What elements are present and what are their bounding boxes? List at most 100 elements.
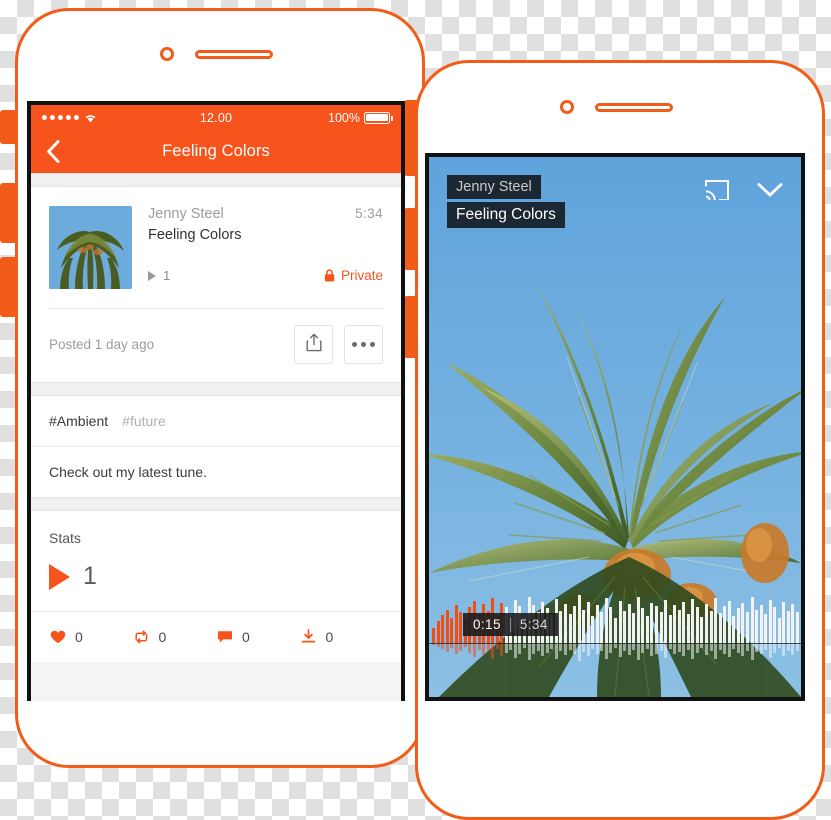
stat-reposts[interactable]: 0 <box>133 628 217 645</box>
track-row: Jenny Steel 5:34 Feeling Colors 1 <box>31 187 401 289</box>
waveform-bar-mirror <box>791 643 794 655</box>
waveform-bar-mirror <box>773 643 776 653</box>
side-button-volup-left[interactable] <box>0 183 17 243</box>
waveform-bar <box>437 621 440 643</box>
privacy-label: Private <box>341 268 383 283</box>
lock-icon <box>324 269 335 282</box>
tag-item[interactable]: #Ambient <box>49 413 108 429</box>
waveform-bar <box>714 598 717 643</box>
waveform-bar-mirror <box>705 643 708 655</box>
waveform-bar <box>455 605 458 643</box>
waveform-bar-mirror <box>473 643 476 657</box>
waveform-bar-mirror <box>723 643 726 654</box>
waveform-bar-mirror <box>532 643 535 654</box>
waveform-bar-mirror <box>741 643 744 656</box>
battery-percent: 100% <box>328 111 360 125</box>
waveform-bar <box>728 601 731 643</box>
waveform-bar-mirror <box>641 643 644 653</box>
waveform-bar <box>678 610 681 643</box>
waveform-bar-mirror <box>528 643 531 660</box>
waveform-bar <box>600 612 603 643</box>
waveform-bar <box>591 616 594 643</box>
waveform-bar-mirror <box>573 643 576 654</box>
waveform-bar <box>646 616 649 643</box>
waveform[interactable]: 0:15 5:34 <box>429 589 801 697</box>
waveform-bar-mirror <box>678 643 681 652</box>
time-display: 0:15 5:34 <box>463 613 558 636</box>
chevron-down-icon[interactable] <box>757 182 783 203</box>
waveform-bar <box>773 607 776 643</box>
waveform-bar <box>650 603 653 643</box>
waveform-bar <box>660 612 663 643</box>
waveform-bar <box>573 606 576 643</box>
stat-value: 0 <box>242 629 250 645</box>
waveform-bar-mirror <box>587 643 590 656</box>
waveform-bar <box>623 611 626 643</box>
waveform-bar-mirror <box>569 643 572 650</box>
track-title[interactable]: Feeling Colors <box>148 227 383 243</box>
waveform-bar <box>755 610 758 643</box>
waveform-bar <box>605 598 608 643</box>
waveform-bar-mirror <box>650 643 653 656</box>
back-button[interactable] <box>42 139 64 165</box>
waveform-bar <box>691 599 694 643</box>
waveform-bar <box>582 610 585 643</box>
waveform-bar <box>587 602 590 643</box>
waveform-bar-mirror <box>755 643 758 652</box>
nav-bar: Feeling Colors <box>31 130 401 173</box>
artwork-thumbnail[interactable] <box>49 206 132 289</box>
waveform-bar-mirror <box>782 643 785 656</box>
side-button-voldown-left[interactable] <box>0 257 17 317</box>
waveform-bar-mirror <box>696 643 699 653</box>
track-username[interactable]: Jenny Steel <box>148 206 224 222</box>
waveform-bar-mirror <box>764 643 767 650</box>
side-button-mute-left[interactable] <box>0 110 17 144</box>
waveform-bar <box>450 618 453 643</box>
track-card: Jenny Steel 5:34 Feeling Colors 1 <box>31 187 401 382</box>
video-player[interactable]: Jenny Steel Feeling Colors <box>429 157 801 697</box>
waveform-bar-mirror <box>628 643 631 655</box>
waveform-bar <box>710 611 713 643</box>
stat-value: 0 <box>75 629 83 645</box>
stats-plays-value: 1 <box>83 562 97 591</box>
section-spacer <box>31 173 401 187</box>
share-button[interactable] <box>294 325 333 364</box>
download-icon <box>300 628 317 645</box>
waveform-bar-mirror <box>491 643 494 659</box>
waveform-bar-mirror <box>619 643 622 657</box>
more-button[interactable] <box>344 325 383 364</box>
stat-downloads[interactable]: 0 <box>300 628 384 645</box>
cast-icon[interactable] <box>705 179 729 205</box>
front-camera-icon-left <box>160 47 174 61</box>
waveform-bar-mirror <box>514 643 517 658</box>
more-dots-icon <box>352 342 375 347</box>
waveform-bar-mirror <box>482 643 485 655</box>
tag-item[interactable]: #future <box>122 413 166 429</box>
waveform-bar-mirror <box>487 643 490 651</box>
battery-full-icon <box>364 112 390 124</box>
waveform-bar-mirror <box>505 643 508 653</box>
waveform-bar-mirror <box>564 643 567 655</box>
waveform-bar <box>696 607 699 643</box>
screen-left: 12.00 100% Feeling Colors <box>27 101 405 701</box>
screen-right: Jenny Steel Feeling Colors <box>425 153 805 701</box>
section-spacer-2 <box>31 382 401 396</box>
waveform-bar-mirror <box>500 643 503 656</box>
waveform-bar <box>796 612 799 643</box>
stat-likes[interactable]: 0 <box>49 628 133 645</box>
earpiece-speaker-left <box>195 50 273 59</box>
waveform-bar-mirror <box>446 643 449 652</box>
waveform-bar-mirror <box>468 643 471 653</box>
waveform-bar-mirror <box>796 643 799 651</box>
waveform-bar <box>673 605 676 643</box>
waveform-bar <box>564 604 567 643</box>
waveform-bar-mirror <box>719 643 722 650</box>
waveform-bar <box>641 608 644 643</box>
heart-icon <box>49 628 66 645</box>
waveform-bar <box>746 612 749 643</box>
waveform-bar <box>596 605 599 643</box>
stat-comments[interactable]: 0 <box>216 628 300 645</box>
waveform-bar-mirror <box>728 643 731 657</box>
waveform-bar-mirror <box>609 643 612 653</box>
waveform-bar <box>559 611 562 643</box>
